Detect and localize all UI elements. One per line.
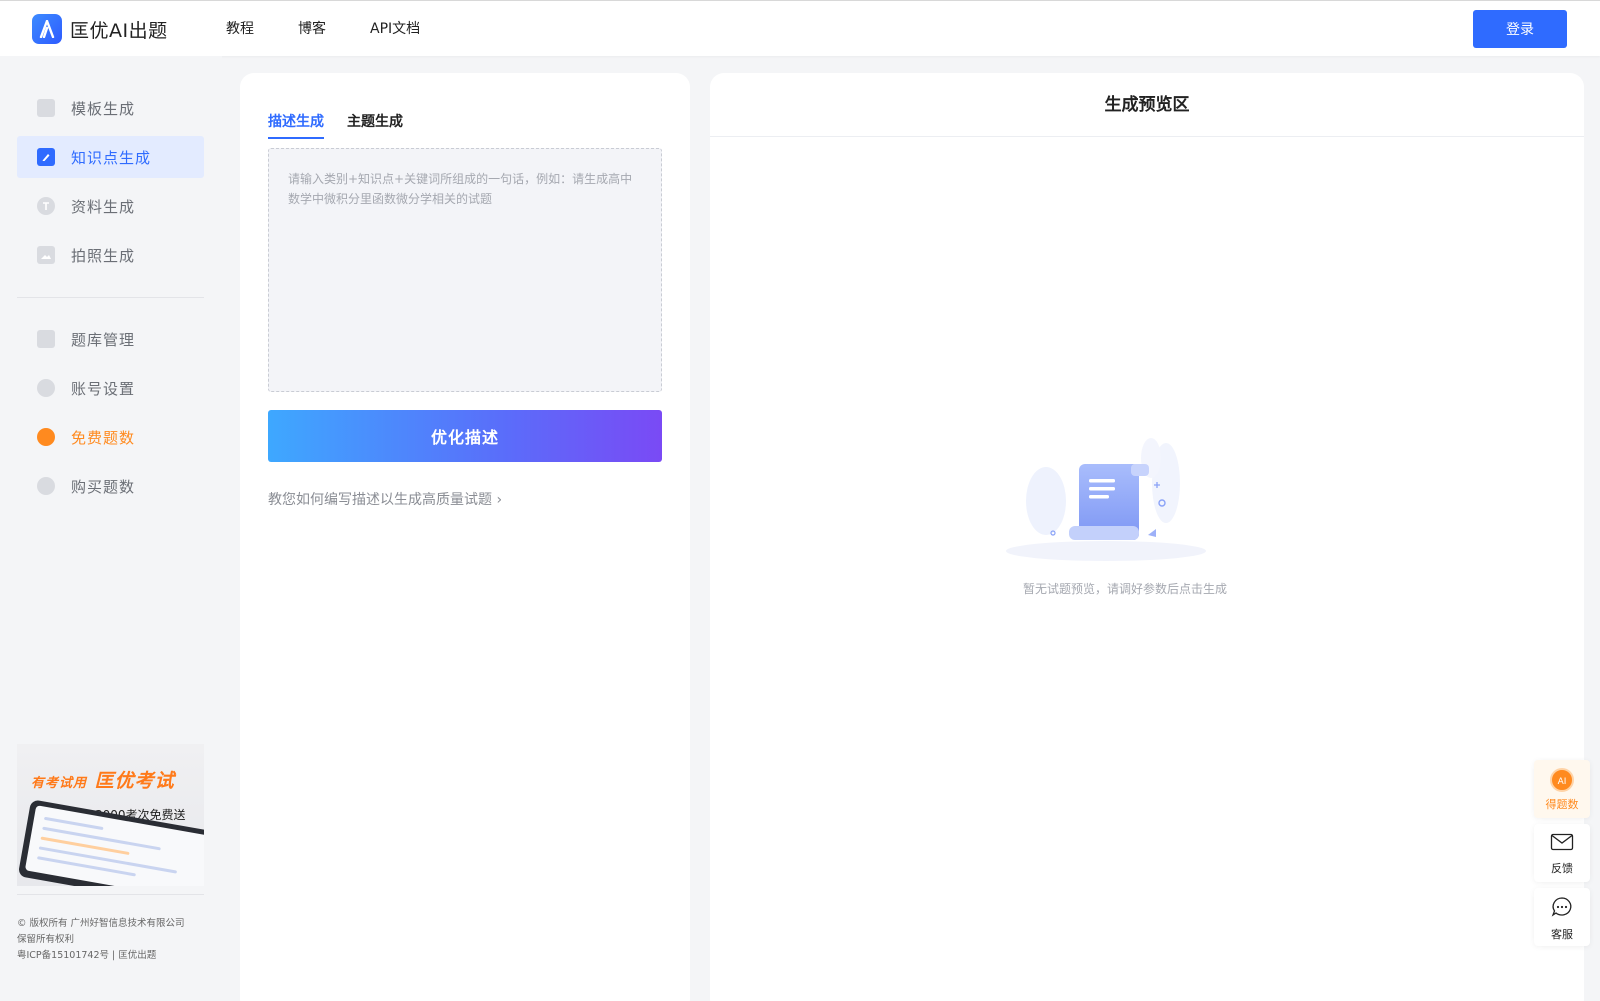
generator-tabs: 描述生成 主题生成 <box>268 111 426 139</box>
sidebar-item-label: 资料生成 <box>71 197 136 216</box>
diamond-icon <box>37 477 55 495</box>
image-icon <box>37 246 55 264</box>
sidebar-item-photo[interactable]: 拍照生成 <box>17 234 204 276</box>
copyright-footer: © 版权所有 广州好智信息技术有限公司 保留所有权利 粤ICP备15101742… <box>17 916 185 964</box>
copyright-line: © 版权所有 广州好智信息技术有限公司 <box>17 918 185 929</box>
description-input[interactable] <box>268 148 662 392</box>
sidebar-item-label: 拍照生成 <box>71 246 136 265</box>
tab-topic[interactable]: 主题生成 <box>347 111 403 139</box>
sidebar-menu-top: 模板生成 知识点生成 资料生成 拍照生成 <box>17 87 204 283</box>
sidebar-divider <box>17 297 204 298</box>
top-nav: 教程 博客 API文档 <box>226 18 464 38</box>
top-header: 匡优AI出题 教程 博客 API文档 登录 <box>0 0 1600 56</box>
library-icon <box>37 330 55 348</box>
empty-preview-text: 暂无试题预览，请调好参数后点击生成 <box>1022 582 1227 596</box>
sidebar-item-account[interactable]: 账号设置 <box>17 367 204 409</box>
ai-coin-icon: AI <box>1550 768 1574 792</box>
tab-description[interactable]: 描述生成 <box>268 111 324 139</box>
ai-coin-icon <box>37 428 55 446</box>
sidebar-item-label: 购买题数 <box>71 477 136 496</box>
mail-icon <box>1550 833 1574 851</box>
promo-banner[interactable]: 有考试用 匡优考试 3000考次免费送 <box>17 744 204 886</box>
generator-panel: 描述生成 主题生成 优化描述 教您如何编写描述以生成高质量试题 › <box>240 73 690 1001</box>
sidebar-item-template[interactable]: 模板生成 <box>17 87 204 129</box>
sidebar-item-free-quota[interactable]: 免费题数 <box>17 416 204 458</box>
customer-service-label: 客服 <box>1551 928 1573 941</box>
empty-document-icon <box>1006 423 1206 567</box>
logo-text: 匡优AI出题 <box>70 19 168 42</box>
promo-title: 有考试用 匡优考试 <box>31 766 175 793</box>
preview-panel: 生成预览区 暂无试题预览，请调好参数后点击生成 <box>710 73 1584 1001</box>
feedback-button[interactable]: 反馈 <box>1534 824 1590 882</box>
sidebar-divider <box>17 894 204 895</box>
float-actions: AI 得题数 反馈 客服 <box>1534 760 1590 952</box>
promo-title-big: 匡优考试 <box>94 770 175 792</box>
feedback-label: 反馈 <box>1551 862 1573 875</box>
sidebar-menu-bottom: 题库管理 账号设置 免费题数 购买题数 <box>17 318 204 514</box>
sidebar-item-label: 题库管理 <box>71 330 136 349</box>
login-button[interactable]: 登录 <box>1473 10 1567 48</box>
sidebar-item-library[interactable]: 题库管理 <box>17 318 204 360</box>
customer-service-button[interactable]: 客服 <box>1534 888 1590 946</box>
sidebar-item-label: 模板生成 <box>71 99 136 118</box>
chat-icon <box>1551 897 1572 917</box>
nav-item-tutorial[interactable]: 教程 <box>226 18 254 38</box>
text-icon <box>37 197 55 215</box>
sidebar-item-label: 知识点生成 <box>71 148 152 167</box>
logo[interactable]: 匡优AI出题 <box>32 14 168 44</box>
get-quota-label: 得题数 <box>1545 798 1579 811</box>
rights-line: 保留所有权利 <box>17 934 75 945</box>
sidebar-item-label: 账号设置 <box>71 379 136 398</box>
icp-line[interactable]: 粤ICP备15101742号 | 匡优出题 <box>17 948 185 964</box>
help-link[interactable]: 教您如何编写描述以生成高质量试题 › <box>268 489 502 509</box>
nav-item-api-docs[interactable]: API文档 <box>370 18 420 38</box>
sidebar: 模板生成 知识点生成 资料生成 拍照生成 题库管理 账号设置 免费题数 购买题数… <box>0 56 222 1001</box>
template-icon <box>37 99 55 117</box>
get-quota-button[interactable]: AI 得题数 <box>1534 760 1590 818</box>
chevron-right-icon: › <box>496 492 503 508</box>
nav-item-blog[interactable]: 博客 <box>298 18 326 38</box>
sidebar-item-knowledge[interactable]: 知识点生成 <box>17 136 204 178</box>
optimize-description-button[interactable]: 优化描述 <box>268 410 662 462</box>
logo-icon <box>32 14 62 44</box>
help-link-text: 教您如何编写描述以生成高质量试题 <box>268 492 492 508</box>
sidebar-item-material[interactable]: 资料生成 <box>17 185 204 227</box>
user-icon <box>37 379 55 397</box>
sidebar-item-buy-quota[interactable]: 购买题数 <box>17 465 204 507</box>
sidebar-item-label: 免费题数 <box>71 428 136 447</box>
preview-title: 生成预览区 <box>710 73 1584 137</box>
edit-icon <box>37 148 55 166</box>
promo-title-small: 有考试用 <box>31 776 88 791</box>
